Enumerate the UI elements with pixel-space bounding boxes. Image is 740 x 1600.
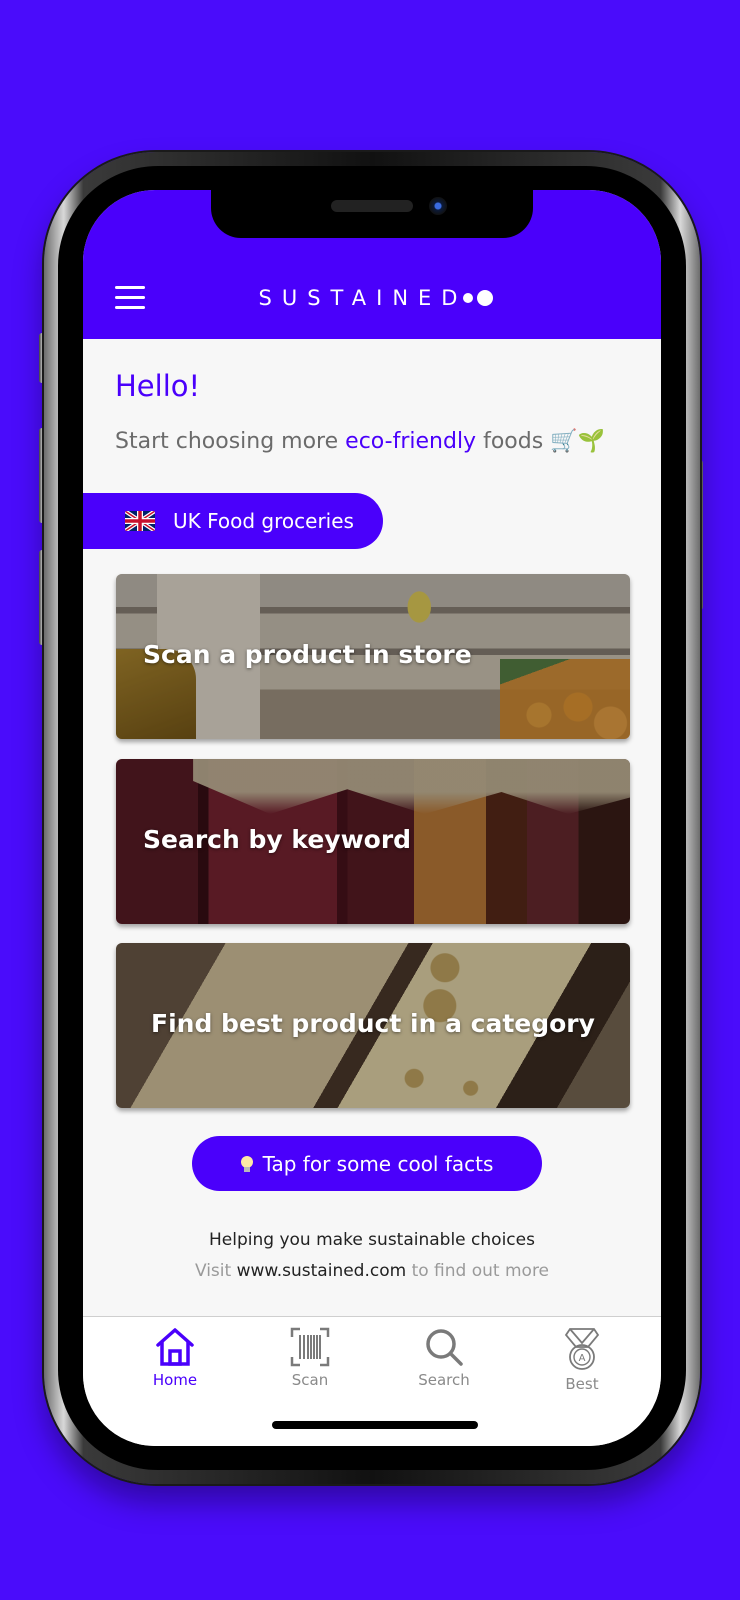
nav-scan[interactable]: Scan xyxy=(260,1327,360,1389)
nav-label: Scan xyxy=(291,1371,329,1389)
logo-dot-large xyxy=(477,289,494,306)
greeting-title: Hello! xyxy=(115,369,201,403)
brand-logo: SUSTAINED xyxy=(83,286,661,310)
search-icon xyxy=(426,1329,463,1366)
search-keyword-card[interactable]: Search by keyword xyxy=(116,759,630,924)
nav-best[interactable]: A Best xyxy=(532,1327,632,1393)
app-screen: SUSTAINED Hello! Start choosing more eco… xyxy=(83,190,661,1446)
medal-icon: A xyxy=(564,1328,600,1370)
region-selector-button[interactable]: UK Food groceries xyxy=(83,493,383,549)
best-in-category-card[interactable]: Find best product in a category xyxy=(116,943,630,1108)
card-label: Search by keyword xyxy=(143,825,412,854)
bottom-navigation: Home Scan Search A Best xyxy=(83,1316,661,1446)
logo-dot-small xyxy=(463,293,474,303)
front-camera xyxy=(429,197,447,215)
nav-home[interactable]: Home xyxy=(125,1327,225,1389)
svg-text:A: A xyxy=(579,1353,586,1364)
tagline-suffix: foods xyxy=(476,429,551,454)
helping-text: Helping you make sustainable choices xyxy=(209,1230,535,1250)
cart-seedling-emoji-icon: 🛒🌱 xyxy=(550,429,605,454)
visit-suffix: to find out more xyxy=(406,1261,550,1281)
tagline-highlight: eco-friendly xyxy=(345,429,477,454)
uk-flag-icon xyxy=(125,511,155,531)
lightbulb-icon xyxy=(240,1155,253,1172)
region-label: UK Food groceries xyxy=(173,509,354,533)
nav-search[interactable]: Search xyxy=(394,1327,494,1389)
home-icon xyxy=(156,1328,194,1366)
visit-text: Visit www.sustained.com to find out more xyxy=(83,1261,661,1281)
nav-label: Home xyxy=(152,1371,198,1389)
card-label: Find best product in a category xyxy=(151,1009,595,1038)
nav-label: Best xyxy=(565,1375,599,1393)
tagline: Start choosing more eco-friendly foods 🛒… xyxy=(115,429,605,454)
visit-prefix: Visit xyxy=(194,1261,237,1281)
brand-name: SUSTAINED xyxy=(258,286,468,310)
nav-label: Search xyxy=(418,1371,470,1389)
website-link[interactable]: www.sustained.com xyxy=(237,1261,407,1281)
tagline-prefix: Start choosing more xyxy=(115,429,346,454)
cool-facts-button[interactable]: Tap for some cool facts xyxy=(192,1136,542,1191)
home-indicator[interactable] xyxy=(272,1421,478,1429)
scan-product-card[interactable]: Scan a product in store xyxy=(116,574,630,739)
speaker-grille xyxy=(331,200,413,212)
device-notch xyxy=(211,190,533,238)
cool-facts-label: Tap for some cool facts xyxy=(262,1151,494,1176)
barcode-scan-icon xyxy=(290,1327,330,1367)
card-label: Scan a product in store xyxy=(143,640,472,669)
